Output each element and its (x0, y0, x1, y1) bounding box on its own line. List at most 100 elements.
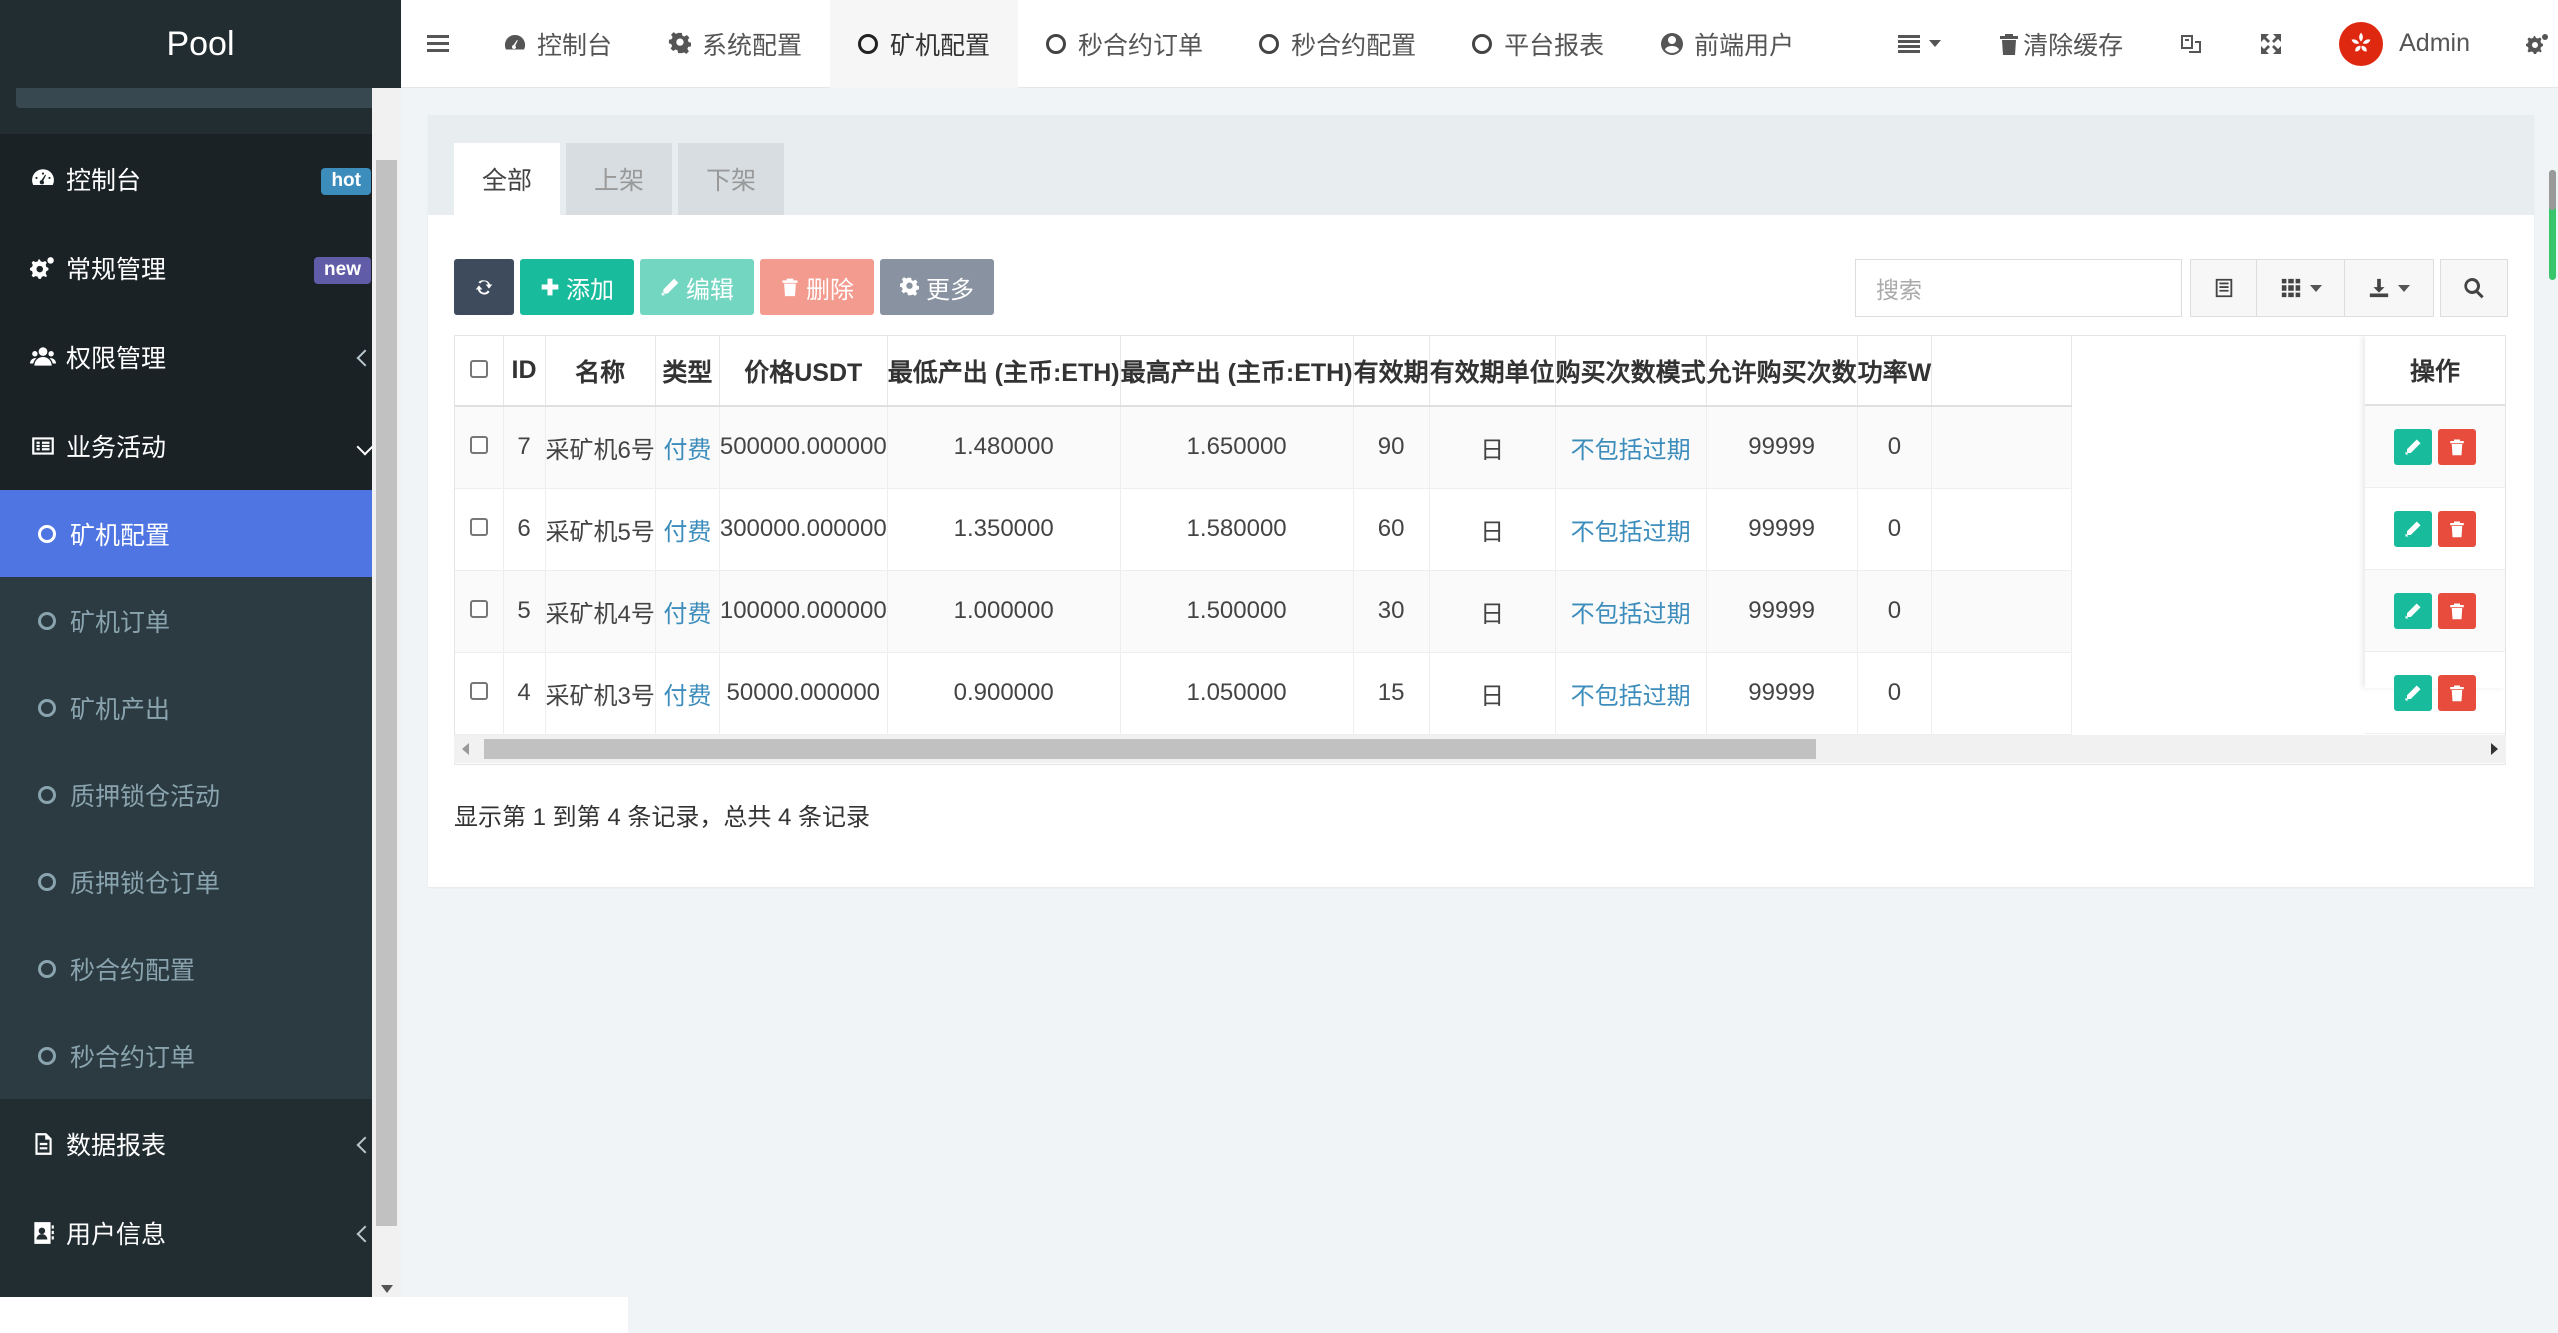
page-scrollbar[interactable] (2546, 88, 2558, 1297)
sidebar-item-business[interactable]: 业务活动 (0, 401, 401, 490)
clear-cache-button[interactable]: 清除缓存 (1969, 0, 2151, 88)
toggle-view-button[interactable] (2191, 260, 2257, 316)
select-all-checkbox[interactable] (469, 360, 488, 378)
cell-allowed-times: 99999 (1706, 406, 1858, 489)
row-delete-button[interactable] (2438, 592, 2476, 629)
cell-max-output: 1.050000 (1120, 652, 1354, 735)
column-header[interactable]: 购买次数模式 (1555, 336, 1707, 407)
row-delete-button[interactable] (2438, 674, 2476, 711)
sidebar-subitem-miner-orders[interactable]: 矿机订单 (0, 577, 401, 664)
tab-all[interactable]: 全部 (454, 143, 561, 215)
cell-type[interactable]: 付费 (655, 570, 720, 653)
sidebar-subitem-staking-activity[interactable]: 质押锁仓活动 (0, 751, 401, 838)
edit-button[interactable]: 编辑 (640, 259, 754, 315)
cell-purchase-mode[interactable]: 不包括过期 (1555, 652, 1707, 735)
sidebar-subitem-contract-orders[interactable]: 秒合约订单 (0, 1012, 401, 1099)
cell-type[interactable]: 付费 (655, 488, 720, 571)
sidebar-toggle-button[interactable] (401, 0, 475, 88)
tab-contract-config[interactable]: 秒合约配置 (1231, 0, 1444, 88)
delete-button[interactable]: 删除 (760, 259, 874, 315)
column-header[interactable]: 允许购买次数 (1706, 336, 1858, 407)
row-checkbox[interactable] (469, 600, 488, 618)
columns-dropdown-button[interactable] (2257, 260, 2345, 316)
cell-purchase-mode[interactable]: 不包括过期 (1555, 488, 1707, 571)
scroll-right-arrow-icon[interactable] (2491, 743, 2498, 755)
sidebar: Pool 控制台 hot 常规管理 new 权限管理 业务活动 矿机配置 矿机订… (0, 0, 401, 1297)
tab-miner-config[interactable]: 矿机配置 (830, 0, 1019, 88)
cell-purchase-mode[interactable]: 不包括过期 (1555, 570, 1707, 653)
user-menu[interactable]: Admin (2311, 0, 2498, 88)
row-checkbox[interactable] (469, 436, 488, 455)
column-header[interactable]: 有效期 (1353, 336, 1430, 407)
row-edit-button[interactable] (2394, 592, 2432, 629)
search-input[interactable]: 搜索 (1855, 259, 2182, 317)
sidebar-subitem-staking-orders[interactable]: 质押锁仓订单 (0, 838, 401, 925)
column-header[interactable]: 类型 (655, 336, 720, 407)
column-header[interactable]: 功率W (1857, 336, 1933, 407)
horizontal-scrollbar-thumb[interactable] (484, 739, 1816, 759)
sidebar-item-reports[interactable]: 数据报表 (0, 1099, 401, 1188)
row-delete-button[interactable] (2438, 510, 2476, 547)
nav-list-dropdown[interactable] (1869, 0, 1969, 88)
cell-purchase-mode[interactable]: 不包括过期 (1555, 406, 1707, 489)
export-dropdown-button[interactable] (2345, 260, 2433, 316)
column-header[interactable]: 有效期单位 (1429, 336, 1556, 407)
pencil-icon (2405, 439, 2421, 454)
table-row[interactable]: 5 采矿机4号 付费 100000.000000 1.000000 1.5000… (455, 570, 2073, 653)
settings-button[interactable] (2498, 0, 2558, 88)
scroll-left-arrow-icon[interactable] (462, 743, 469, 755)
new-badge: new (314, 256, 371, 284)
table-row[interactable]: 6 采矿机5号 付费 300000.000000 1.350000 1.5800… (455, 488, 2073, 571)
brand-logo[interactable]: Pool (0, 0, 401, 88)
address-book-icon (28, 1220, 58, 1246)
pencil-icon (661, 278, 679, 296)
row-edit-button[interactable] (2394, 428, 2432, 465)
cell-unit: 日 (1429, 570, 1556, 653)
tab-frontend-users[interactable]: 前端用户 (1632, 0, 1822, 88)
tab-dashboard[interactable]: 控制台 (475, 0, 640, 88)
table-row[interactable]: 4 采矿机3号 付费 50000.000000 0.900000 1.05000… (455, 652, 2073, 735)
refresh-button[interactable] (454, 259, 514, 315)
tab-platform-report[interactable]: 平台报表 (1444, 0, 1632, 88)
sidebar-scrollbar-thumb[interactable] (376, 160, 397, 1226)
row-checkbox[interactable] (469, 518, 488, 536)
sidebar-item-permission[interactable]: 权限管理 (0, 312, 401, 401)
column-header[interactable]: 最高产出 (主币:ETH) (1120, 336, 1354, 407)
gear-icon (900, 277, 919, 296)
scroll-down-arrow-icon[interactable] (381, 1285, 393, 1293)
page-scrollbar-indicator (2549, 170, 2556, 210)
sidebar-item-label: 业务活动 (66, 433, 167, 462)
cell-type[interactable]: 付费 (655, 652, 720, 735)
columns-grid-icon (2281, 278, 2300, 298)
add-button[interactable]: 添加 (520, 259, 634, 315)
bottom-strip (0, 1297, 628, 1333)
column-header[interactable]: ID (503, 336, 546, 407)
language-button[interactable] (2151, 0, 2231, 88)
row-edit-button[interactable] (2394, 510, 2432, 547)
row-delete-button[interactable] (2438, 428, 2476, 465)
advanced-search-button[interactable] (2440, 259, 2508, 317)
column-header[interactable]: 最低产出 (主币:ETH) (887, 336, 1121, 407)
sidebar-subitem-contract-config[interactable]: 秒合约配置 (0, 925, 401, 1012)
fullscreen-button[interactable] (2231, 0, 2311, 88)
tab-off-shelf[interactable]: 下架 (678, 143, 785, 215)
sidebar-item-general[interactable]: 常规管理 new (0, 223, 401, 312)
row-edit-button[interactable] (2394, 674, 2432, 711)
sidebar-search[interactable] (16, 88, 385, 108)
table-horizontal-scrollbar[interactable] (454, 735, 2506, 763)
tab-system-config[interactable]: 系统配置 (640, 0, 830, 88)
tab-contract-orders[interactable]: 秒合约订单 (1018, 0, 1231, 88)
table-row[interactable]: 7 采矿机6号 付费 500000.000000 1.480000 1.6500… (455, 406, 2073, 489)
sidebar-item-dashboard[interactable]: 控制台 hot (0, 134, 401, 223)
column-header[interactable]: 价格USDT (719, 336, 888, 407)
sidebar-item-userinfo[interactable]: 用户信息 (0, 1188, 401, 1277)
tab-on-shelf[interactable]: 上架 (566, 143, 673, 215)
sidebar-scrollbar[interactable] (372, 88, 401, 1297)
row-checkbox[interactable] (469, 682, 488, 700)
sidebar-subitem-miner-output[interactable]: 矿机产出 (0, 664, 401, 751)
cell-type[interactable]: 付费 (655, 406, 720, 489)
sidebar-subitem-miner-config[interactable]: 矿机配置 (0, 490, 401, 577)
column-header[interactable]: 名称 (545, 336, 656, 407)
more-button[interactable]: 更多 (880, 259, 994, 315)
row-actions (2365, 488, 2505, 570)
